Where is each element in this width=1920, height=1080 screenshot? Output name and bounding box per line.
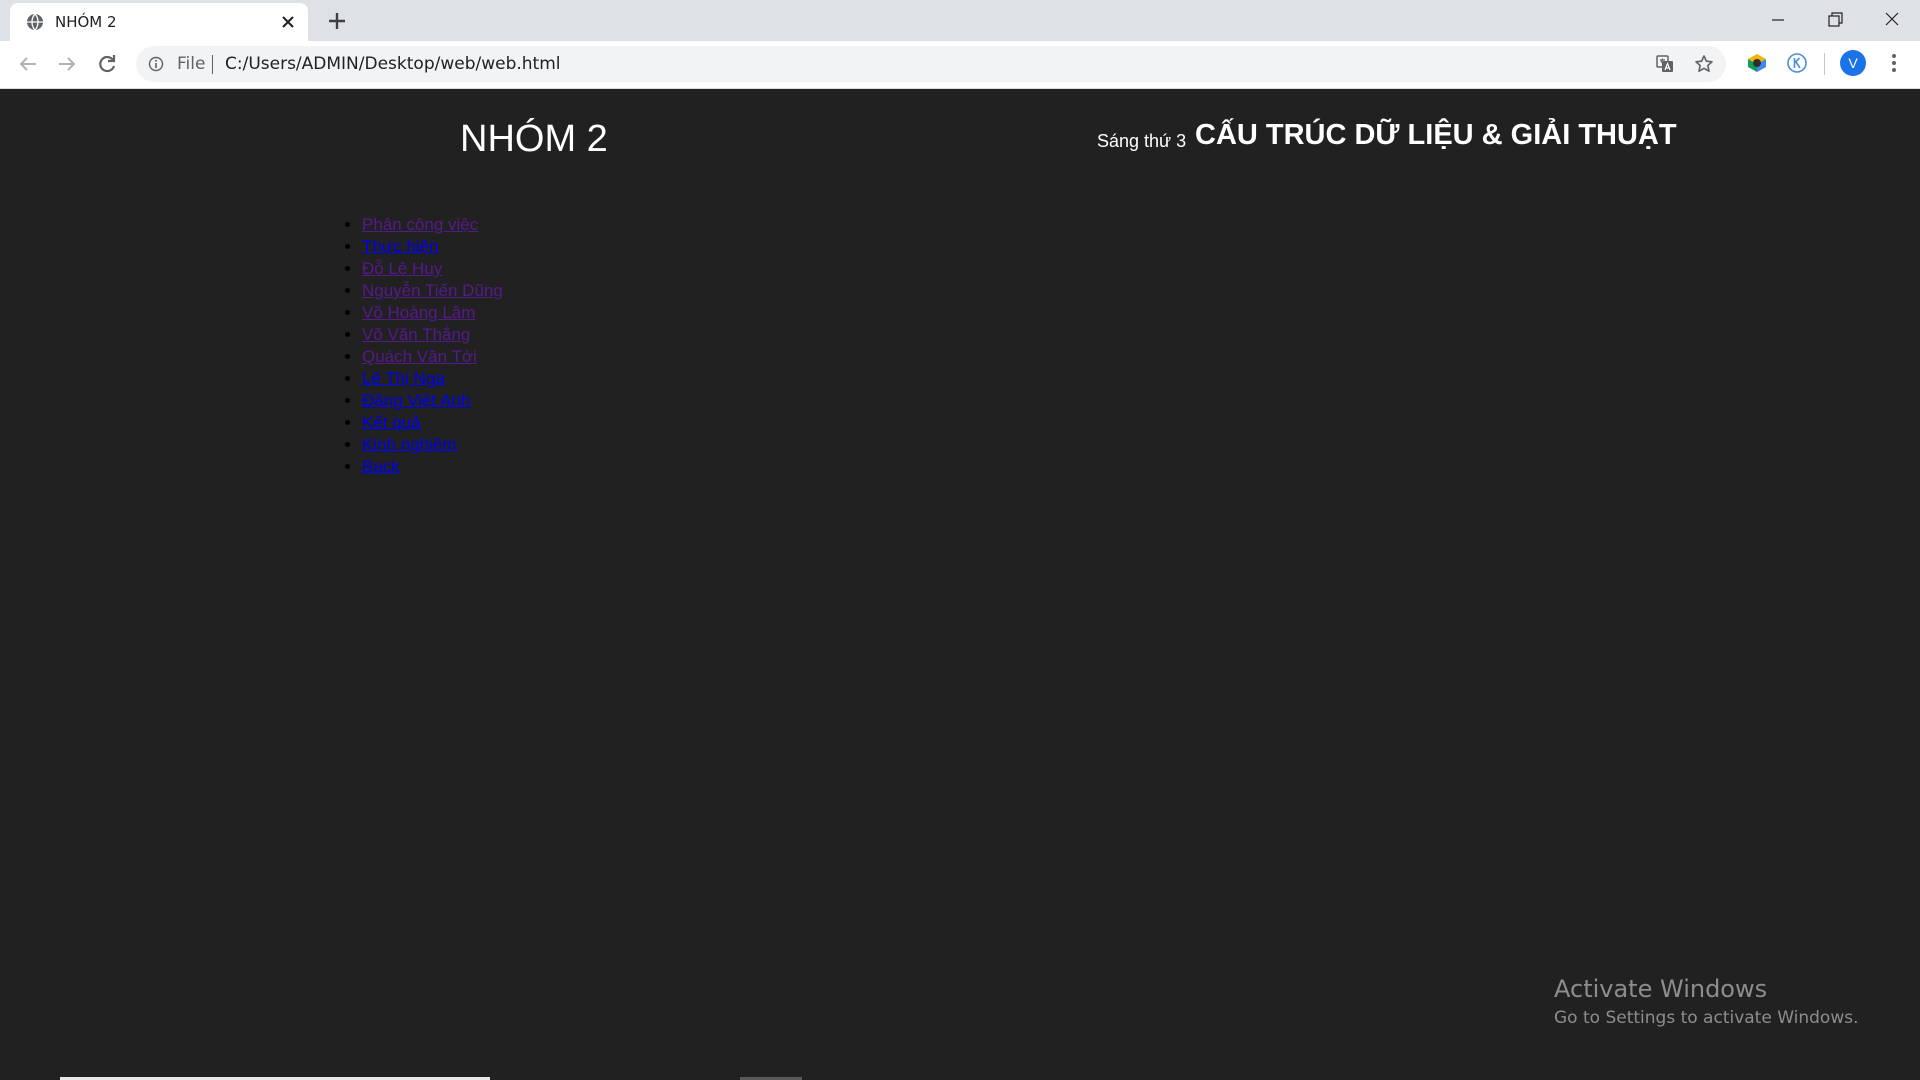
watermark-title: Activate Windows [1554, 975, 1768, 1003]
link-ket-qua[interactable]: Kết quả [362, 413, 421, 432]
tab-title: NHÓM 2 [55, 13, 117, 31]
arrow-left-icon[interactable] [14, 50, 42, 78]
list-item: Thực hiện [362, 236, 503, 258]
link-vo-hoang-lam[interactable]: Võ Hoàng Lâm [362, 303, 475, 322]
close-tab-icon[interactable] [280, 14, 296, 30]
browser-toolbar: File C:/Users/ADMIN/Desktop/web/web.html… [0, 41, 1920, 89]
link-le-thi-nga[interactable]: Lê Thị Nga [362, 369, 445, 388]
link-dang-viet-anh[interactable]: Đặng Việt Anh [362, 391, 470, 410]
list-item: Back [362, 456, 503, 478]
kebab-menu-icon[interactable] [1882, 51, 1906, 75]
list-item: Đặng Việt Anh [362, 390, 503, 412]
activate-windows-watermark: Activate Windows Go to Settings to activ… [1554, 974, 1859, 1030]
arrow-right-icon[interactable] [53, 50, 81, 78]
link-vo-van-thang[interactable]: Võ Văn Thắng [362, 325, 470, 344]
globe-icon [27, 13, 43, 31]
list-item: Nguyễn Tiến Dũng [362, 280, 503, 302]
reload-icon[interactable] [93, 50, 121, 78]
group-title: NHÓM 2 [460, 118, 608, 160]
list-item: Lê Thị Nga [362, 368, 503, 390]
list-item: Phân công việc [362, 214, 503, 236]
list-item: Quách Văn Tới [362, 346, 503, 368]
link-kinh-nghiem[interactable]: Kinh nghiệm [362, 435, 457, 454]
extension-icon[interactable] [1745, 51, 1769, 75]
watermark-subtitle: Go to Settings to activate Windows. [1554, 1008, 1859, 1028]
info-icon[interactable] [148, 56, 164, 72]
list-item: Kết quả [362, 412, 503, 434]
toolbar-divider [1824, 53, 1825, 75]
list-item: Võ Văn Thắng [362, 324, 503, 346]
link-nguyen-tien-dung[interactable]: Nguyễn Tiến Dũng [362, 281, 503, 300]
extension-k-icon[interactable] [1785, 51, 1809, 75]
list-item: Kinh nghiệm [362, 434, 503, 456]
link-thuc-hien[interactable]: Thực hiện [362, 237, 439, 256]
link-back[interactable]: Back [362, 457, 400, 476]
page-content: NHÓM 2 Sáng thứ 3 CẤU TRÚC DỮ LIỆU & GIẢ… [0, 89, 1920, 1080]
course-title: CẤU TRÚC DỮ LIỆU & GIẢI THUẬT [1195, 119, 1677, 151]
url-scheme: File [177, 54, 206, 74]
new-tab-plus-icon[interactable] [325, 9, 349, 33]
restore-icon[interactable] [1806, 0, 1862, 41]
link-do-le-huy[interactable]: Đỗ Lê Huy [362, 259, 442, 278]
link-phan-cong-viec[interactable]: Phân công việc [362, 215, 478, 234]
window-close-icon[interactable] [1864, 0, 1920, 41]
url-text[interactable]: C:/Users/ADMIN/Desktop/web/web.html [225, 46, 561, 82]
navigation-list: Phân công việc Thực hiện Đỗ Lê Huy Nguyễ… [342, 214, 503, 478]
session-label: Sáng thứ 3 [1097, 131, 1187, 151]
profile-avatar[interactable]: V [1840, 50, 1866, 76]
link-quach-van-toi[interactable]: Quách Văn Tới [362, 347, 477, 366]
browser-tab[interactable]: NHÓM 2 [10, 3, 308, 41]
star-icon[interactable] [1694, 54, 1714, 74]
list-item: Đỗ Lê Huy [362, 258, 503, 280]
tab-strip: NHÓM 2 [0, 0, 1920, 41]
list-item: Võ Hoàng Lâm [362, 302, 503, 324]
minimize-icon[interactable] [1750, 0, 1806, 41]
address-bar[interactable]: File C:/Users/ADMIN/Desktop/web/web.html [136, 46, 1726, 82]
translate-icon[interactable] [1655, 54, 1675, 74]
url-separator [212, 55, 213, 74]
